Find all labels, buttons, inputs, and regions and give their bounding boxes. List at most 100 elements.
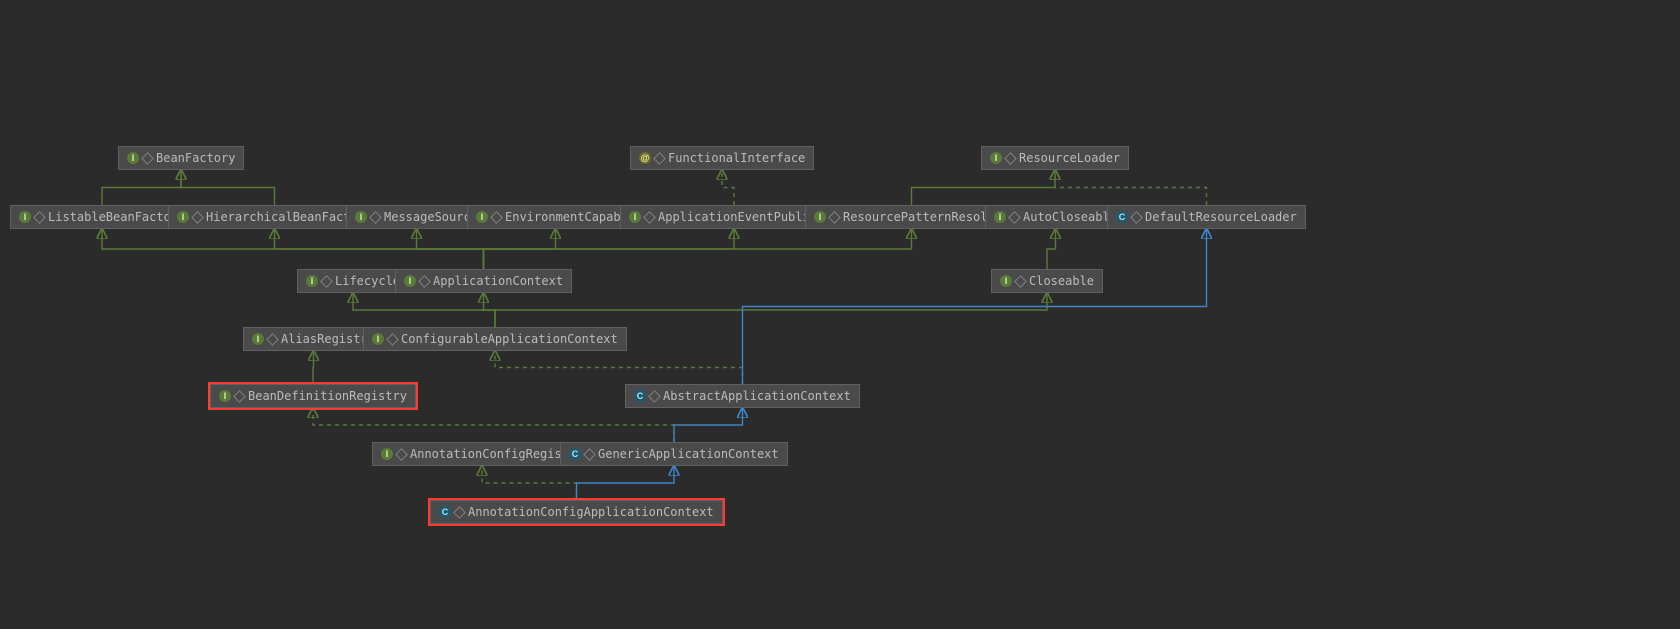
interface-icon: I [990, 152, 1002, 164]
edge-AbstractApplicationContext-to-DefaultResourceLoader [743, 229, 1207, 384]
uml-node-BeanDefinitionRegistry[interactable]: I BeanDefinitionRegistry [210, 384, 416, 408]
uml-node-label: FunctionalInterface [668, 151, 805, 165]
link-decoration-icon [583, 448, 596, 461]
uml-node-ConfigurableApplicationContext[interactable]: I ConfigurableApplicationContext [363, 327, 627, 351]
edge-ListableBeanFactory-to-BeanFactory [102, 170, 181, 205]
link-decoration-icon [1008, 211, 1021, 224]
link-decoration-icon [1130, 211, 1143, 224]
uml-node-label: BeanFactory [156, 151, 235, 165]
uml-node-label: BeanDefinitionRegistry [248, 389, 407, 403]
uml-node-label: Lifecycle [335, 274, 400, 288]
edge-DefaultResourceLoader-to-ResourceLoader [1055, 170, 1207, 205]
uml-node-label: DefaultResourceLoader [1145, 210, 1297, 224]
uml-node-label: ApplicationContext [433, 274, 563, 288]
uml-node-EnvironmentCapable[interactable]: IEnvironmentCapable [467, 205, 644, 229]
uml-node-label: AnnotationConfigApplicationContext [468, 505, 714, 519]
interface-icon: I [381, 448, 393, 460]
link-decoration-icon [320, 275, 333, 288]
interface-icon: I [127, 152, 139, 164]
class-icon: C [634, 390, 646, 402]
link-decoration-icon [453, 506, 466, 519]
edges-layer [0, 0, 1680, 629]
uml-node-ResourceLoader[interactable]: I ResourceLoader [981, 146, 1129, 170]
edge-ConfigurableApplicationContext-to-Lifecycle [353, 293, 495, 327]
edge-ApplicationContext-to-ApplicationEventPublisher [484, 229, 735, 269]
edge-ConfigurableApplicationContext-to-ApplicationContext [484, 293, 496, 327]
link-decoration-icon [648, 390, 661, 403]
interface-icon: I [306, 275, 318, 287]
interface-icon: I [814, 211, 826, 223]
uml-node-BeanFactory[interactable]: I BeanFactory [118, 146, 244, 170]
link-decoration-icon [1014, 275, 1027, 288]
link-decoration-icon [653, 152, 666, 165]
uml-node-label: MessageSource [384, 210, 478, 224]
interface-icon: I [404, 275, 416, 287]
uml-node-MessageSource[interactable]: IMessageSource [346, 205, 487, 229]
edge-AbstractApplicationContext-to-ConfigurableApplicationContext [495, 351, 743, 384]
interface-icon: I [1000, 275, 1012, 287]
uml-node-label: AutoCloseable [1023, 210, 1117, 224]
uml-node-label: ListableBeanFactory [48, 210, 185, 224]
edge-ApplicationContext-to-ListableBeanFactory [102, 229, 484, 269]
edge-ApplicationContext-to-ResourcePatternResolver [484, 229, 912, 269]
uml-node-GenericApplicationContext[interactable]: C GenericApplicationContext [560, 442, 788, 466]
uml-node-Closeable[interactable]: I Closeable [991, 269, 1103, 293]
annot-icon: @ [639, 152, 651, 164]
link-decoration-icon [643, 211, 656, 224]
uml-node-label: ConfigurableApplicationContext [401, 332, 618, 346]
edge-HierarchicalBeanFactory-to-BeanFactory [181, 170, 275, 205]
interface-icon: I [355, 211, 367, 223]
interface-icon: I [252, 333, 264, 345]
uml-node-label: AliasRegistry [281, 332, 375, 346]
uml-node-AnnotationConfigApplicationContext[interactable]: C AnnotationConfigApplicationContext [430, 500, 723, 524]
uml-node-DefaultResourceLoader[interactable]: C DefaultResourceLoader [1107, 205, 1306, 229]
link-decoration-icon [191, 211, 204, 224]
uml-node-label: AnnotationConfigRegistry [410, 447, 583, 461]
uml-node-label: AbstractApplicationContext [663, 389, 851, 403]
uml-node-ApplicationContext[interactable]: I ApplicationContext [395, 269, 572, 293]
edge-GenericApplicationContext-to-AbstractApplicationContext [674, 408, 743, 442]
uml-node-Lifecycle[interactable]: I Lifecycle [297, 269, 409, 293]
interface-icon: I [994, 211, 1006, 223]
link-decoration-icon [266, 333, 279, 346]
edge-ApplicationContext-to-MessageSource [417, 229, 484, 269]
uml-node-label: ResourceLoader [1019, 151, 1120, 165]
uml-node-label: Closeable [1029, 274, 1094, 288]
class-icon: C [569, 448, 581, 460]
interface-icon: I [19, 211, 31, 223]
class-icon: C [1116, 211, 1128, 223]
interface-icon: I [372, 333, 384, 345]
uml-node-AbstractApplicationContext[interactable]: C AbstractApplicationContext [625, 384, 860, 408]
edge-AnnotationConfigApplicationContext-to-GenericApplicationContext [577, 466, 675, 500]
edge-ApplicationEventPublisher-to-FunctionalInterface [722, 170, 734, 205]
link-decoration-icon [369, 211, 382, 224]
interface-icon: I [219, 390, 231, 402]
edge-ResourcePatternResolver-to-ResourceLoader [912, 170, 1056, 205]
edge-ApplicationContext-to-HierarchicalBeanFactory [275, 229, 484, 269]
edge-Closeable-to-AutoCloseable [1047, 229, 1056, 269]
uml-node-label: EnvironmentCapable [505, 210, 635, 224]
interface-icon: I [629, 211, 641, 223]
link-decoration-icon [141, 152, 154, 165]
link-decoration-icon [828, 211, 841, 224]
edge-GenericApplicationContext-to-BeanDefinitionRegistry [313, 408, 674, 442]
edge-AnnotationConfigApplicationContext-to-AnnotationConfigRegistry [482, 466, 577, 500]
interface-icon: I [177, 211, 189, 223]
link-decoration-icon [1004, 152, 1017, 165]
uml-node-FunctionalInterface[interactable]: @ FunctionalInterface [630, 146, 814, 170]
link-decoration-icon [490, 211, 503, 224]
uml-node-ListableBeanFactory[interactable]: IListableBeanFactory [10, 205, 194, 229]
link-decoration-icon [395, 448, 408, 461]
link-decoration-icon [386, 333, 399, 346]
edge-ConfigurableApplicationContext-to-Closeable [495, 293, 1047, 327]
uml-node-label: GenericApplicationContext [598, 447, 779, 461]
link-decoration-icon [418, 275, 431, 288]
uml-node-AutoCloseable[interactable]: I AutoCloseable [985, 205, 1126, 229]
interface-icon: I [476, 211, 488, 223]
diagram-canvas[interactable]: I BeanFactory @ FunctionalInterface I Resourc… [0, 0, 1680, 629]
class-icon: C [439, 506, 451, 518]
edge-BeanDefinitionRegistry-to-AliasRegistry [313, 351, 314, 384]
link-decoration-icon [33, 211, 46, 224]
link-decoration-icon [233, 390, 246, 403]
edge-ApplicationContext-to-EnvironmentCapable [484, 229, 556, 269]
